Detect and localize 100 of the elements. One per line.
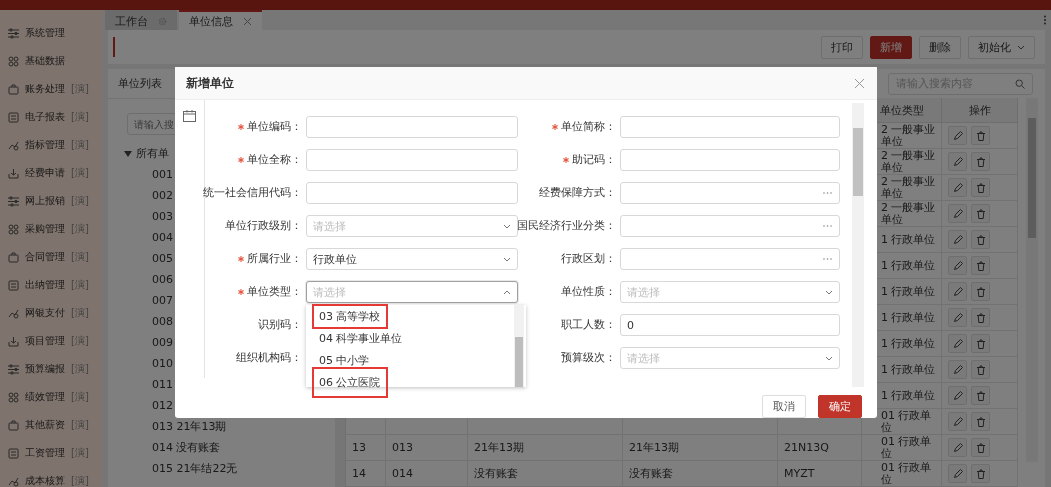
tree-item[interactable]: 所有单 xyxy=(136,146,169,161)
close-icon[interactable] xyxy=(854,77,865,89)
input-field[interactable] xyxy=(620,149,840,171)
tab[interactable]: 单位信息 xyxy=(179,10,262,30)
module-icon[interactable] xyxy=(8,391,19,403)
sidebar-item[interactable]: 合同管理 xyxy=(25,250,65,264)
sidebar-item[interactable]: 其他薪资 xyxy=(25,418,65,432)
sidebar-item[interactable]: 预算编报 xyxy=(25,362,65,376)
module-icon[interactable] xyxy=(8,55,19,67)
input-field[interactable] xyxy=(306,116,518,138)
tree-item[interactable]: 009 xyxy=(152,336,173,349)
delete-button[interactable] xyxy=(971,282,990,301)
sidebar-item[interactable]: 绩效管理 xyxy=(25,390,65,404)
module-icon[interactable] xyxy=(8,83,19,95)
edit-button[interactable] xyxy=(948,360,967,379)
module-icon[interactable] xyxy=(8,279,19,291)
picker-field[interactable] xyxy=(620,182,840,204)
toolbar-button[interactable]: 打印 xyxy=(821,35,863,59)
toolbar-button[interactable]: 初始化 xyxy=(968,35,1035,59)
caret-icon[interactable] xyxy=(124,150,132,157)
tree-item[interactable]: 014 没有账套 xyxy=(152,440,221,455)
dropdown-option[interactable]: 06 公立医院 xyxy=(312,366,388,398)
module-icon[interactable] xyxy=(8,335,19,347)
confirm-button[interactable]: 确定 xyxy=(818,395,862,418)
tree-item[interactable]: 015 21年结22无 xyxy=(152,461,238,476)
sidebar-item[interactable]: 系统管理 xyxy=(25,26,65,40)
edit-button[interactable] xyxy=(948,178,967,197)
delete-button[interactable] xyxy=(971,412,990,431)
dropdown-option[interactable]: 03 高等学校 xyxy=(312,303,388,329)
delete-button[interactable] xyxy=(971,152,990,171)
input-field[interactable] xyxy=(306,149,518,171)
edit-button[interactable] xyxy=(948,204,967,223)
module-icon[interactable] xyxy=(8,475,19,487)
module-icon[interactable] xyxy=(8,167,19,179)
picker-field[interactable] xyxy=(620,215,840,237)
tree-item[interactable]: 012 xyxy=(152,399,173,412)
tree-item[interactable]: 007 xyxy=(152,294,173,307)
tree-item[interactable]: 011 xyxy=(152,378,173,391)
tree-item[interactable]: 008 xyxy=(152,315,173,328)
scrollbar[interactable] xyxy=(852,103,864,387)
sidebar-item[interactable]: 项目管理 xyxy=(25,334,65,348)
module-icon[interactable] xyxy=(8,223,19,235)
sidebar-item[interactable]: 基础数据 xyxy=(25,54,65,68)
edit-button[interactable] xyxy=(948,230,967,249)
sidebar-item[interactable]: 网银支付 xyxy=(25,306,65,320)
input-field[interactable]: 0 xyxy=(620,314,840,336)
edit-button[interactable] xyxy=(948,412,967,431)
sidebar-item[interactable]: 电子报表 xyxy=(25,110,65,124)
delete-button[interactable] xyxy=(971,334,990,353)
search-icon[interactable] xyxy=(1015,78,1025,89)
scrollbar[interactable] xyxy=(514,305,524,387)
module-icon[interactable] xyxy=(8,251,19,263)
edit-button[interactable] xyxy=(948,308,967,327)
edit-button[interactable] xyxy=(948,152,967,171)
tree-item[interactable]: 005 xyxy=(152,252,173,265)
edit-button[interactable] xyxy=(948,282,967,301)
delete-button[interactable] xyxy=(971,178,990,197)
tree-item[interactable]: 003 xyxy=(152,210,173,223)
sidebar-item[interactable]: 采购管理 xyxy=(25,222,65,236)
edit-button[interactable] xyxy=(948,438,967,457)
more-icon[interactable] xyxy=(1043,15,1047,25)
module-icon[interactable] xyxy=(8,195,19,207)
sidebar-item[interactable]: 指标管理 xyxy=(25,138,65,152)
edit-button[interactable] xyxy=(948,256,967,275)
tree-item[interactable]: 002 xyxy=(152,189,173,202)
tree-item[interactable]: 001 xyxy=(152,168,173,181)
edit-button[interactable] xyxy=(948,464,967,483)
edit-button[interactable] xyxy=(948,386,967,405)
module-icon[interactable] xyxy=(8,419,19,431)
sidebar-item[interactable]: 网上报销 xyxy=(25,194,65,208)
input-field[interactable] xyxy=(620,116,840,138)
sidebar-item[interactable]: 出纳管理 xyxy=(25,278,65,292)
edit-button[interactable] xyxy=(948,334,967,353)
module-icon[interactable] xyxy=(8,307,19,319)
delete-button[interactable] xyxy=(971,464,990,483)
input-field[interactable] xyxy=(306,182,518,204)
sidebar-item[interactable]: 经费申请 xyxy=(25,166,65,180)
module-icon[interactable] xyxy=(8,111,19,123)
delete-button[interactable] xyxy=(971,438,990,457)
tree-item[interactable]: 004 xyxy=(152,231,173,244)
scrollbar[interactable] xyxy=(1026,98,1038,462)
close-icon[interactable] xyxy=(243,16,252,26)
delete-button[interactable] xyxy=(971,386,990,405)
module-icon[interactable] xyxy=(8,27,19,39)
tree-item[interactable]: 010 xyxy=(152,357,173,370)
delete-button[interactable] xyxy=(971,256,990,275)
module-icon[interactable] xyxy=(8,363,19,375)
toolbar-button[interactable]: 删除 xyxy=(919,35,961,59)
tab[interactable]: 工作台 xyxy=(105,10,177,30)
sidebar-item[interactable]: 账务处理 xyxy=(25,82,65,96)
toolbar-button[interactable]: 新增 xyxy=(870,35,912,59)
delete-button[interactable] xyxy=(971,360,990,379)
select-field[interactable]: 行政单位 xyxy=(306,248,518,270)
calendar-icon[interactable] xyxy=(183,110,196,122)
delete-button[interactable] xyxy=(971,204,990,223)
delete-button[interactable] xyxy=(971,308,990,327)
delete-button[interactable] xyxy=(971,126,990,145)
edit-button[interactable] xyxy=(948,126,967,145)
module-icon[interactable] xyxy=(8,447,19,459)
tree-item[interactable]: 006 xyxy=(152,273,173,286)
